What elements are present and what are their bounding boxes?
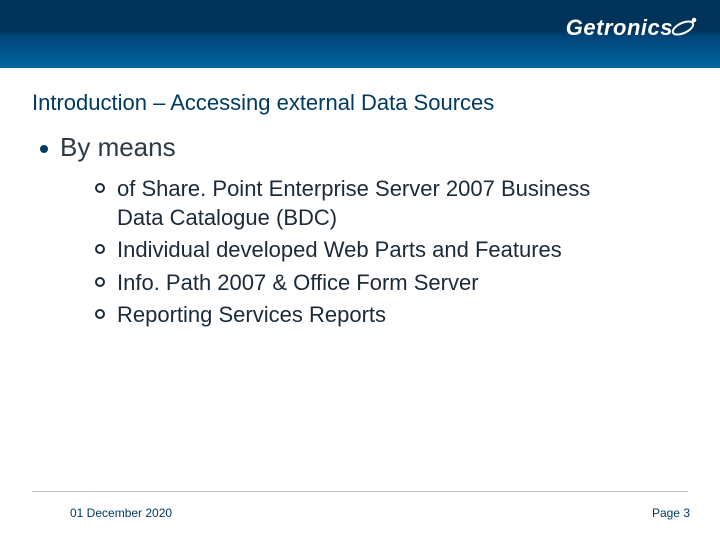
footer-date: 01 December 2020 xyxy=(70,506,172,520)
item-text: Individual developed Web Parts and Featu… xyxy=(117,236,562,265)
lead-text: By means xyxy=(60,132,176,163)
list-item: of Share. Point Enterprise Server 2007 B… xyxy=(95,175,680,232)
bullet-disc-icon xyxy=(40,145,48,153)
orbit-icon xyxy=(670,14,700,42)
bullet-ring-icon xyxy=(95,183,105,193)
bullet-ring-icon xyxy=(95,244,105,254)
list-item: By means xyxy=(40,132,680,163)
sub-list: of Share. Point Enterprise Server 2007 B… xyxy=(40,169,680,330)
footer-page: Page 3 xyxy=(652,506,690,520)
bullet-ring-icon xyxy=(95,309,105,319)
brand-name: Getronics xyxy=(566,15,673,41)
item-text: Info. Path 2007 & Office Form Server xyxy=(117,269,479,298)
list-item: Reporting Services Reports xyxy=(95,301,680,330)
slide: Getronics Introduction – Accessing exter… xyxy=(0,0,720,540)
brand-logo: Getronics xyxy=(566,14,700,42)
bullet-ring-icon xyxy=(95,277,105,287)
slide-body: By means of Share. Point Enterprise Serv… xyxy=(40,132,680,334)
list-item: Info. Path 2007 & Office Form Server xyxy=(95,269,680,298)
slide-title: Introduction – Accessing external Data S… xyxy=(32,90,494,116)
list-item: Individual developed Web Parts and Featu… xyxy=(95,236,680,265)
footer-divider xyxy=(32,491,688,492)
header-bar: Getronics xyxy=(0,0,720,68)
item-text: Reporting Services Reports xyxy=(117,301,386,330)
item-text: of Share. Point Enterprise Server 2007 B… xyxy=(117,175,637,232)
